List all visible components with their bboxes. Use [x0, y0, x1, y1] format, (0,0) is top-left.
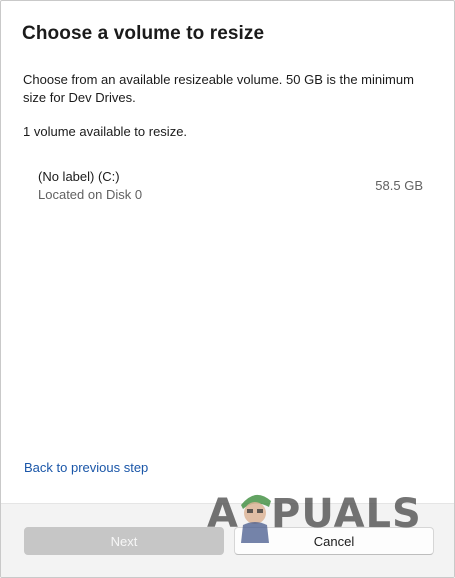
back-to-previous-step-link[interactable]: Back to previous step [24, 460, 148, 475]
dialog-description: Choose from an available resizeable volu… [23, 72, 414, 105]
resize-volume-dialog: Choose a volume to resize Choose from an… [0, 0, 455, 578]
dialog-title: Choose a volume to resize [22, 23, 265, 44]
volume-count-text: 1 volume available to resize. [23, 124, 188, 139]
cancel-button[interactable]: Cancel [234, 527, 434, 555]
volume-item-c[interactable]: (No label) (C:) Located on Disk 0 58.5 G… [23, 163, 433, 209]
next-button[interactable]: Next [24, 527, 224, 555]
volume-name: (No label) (C:) [38, 169, 120, 184]
volume-size: 58.5 GB [375, 178, 423, 193]
volume-location: Located on Disk 0 [38, 187, 143, 202]
dialog-footer: Next Cancel [1, 503, 454, 577]
